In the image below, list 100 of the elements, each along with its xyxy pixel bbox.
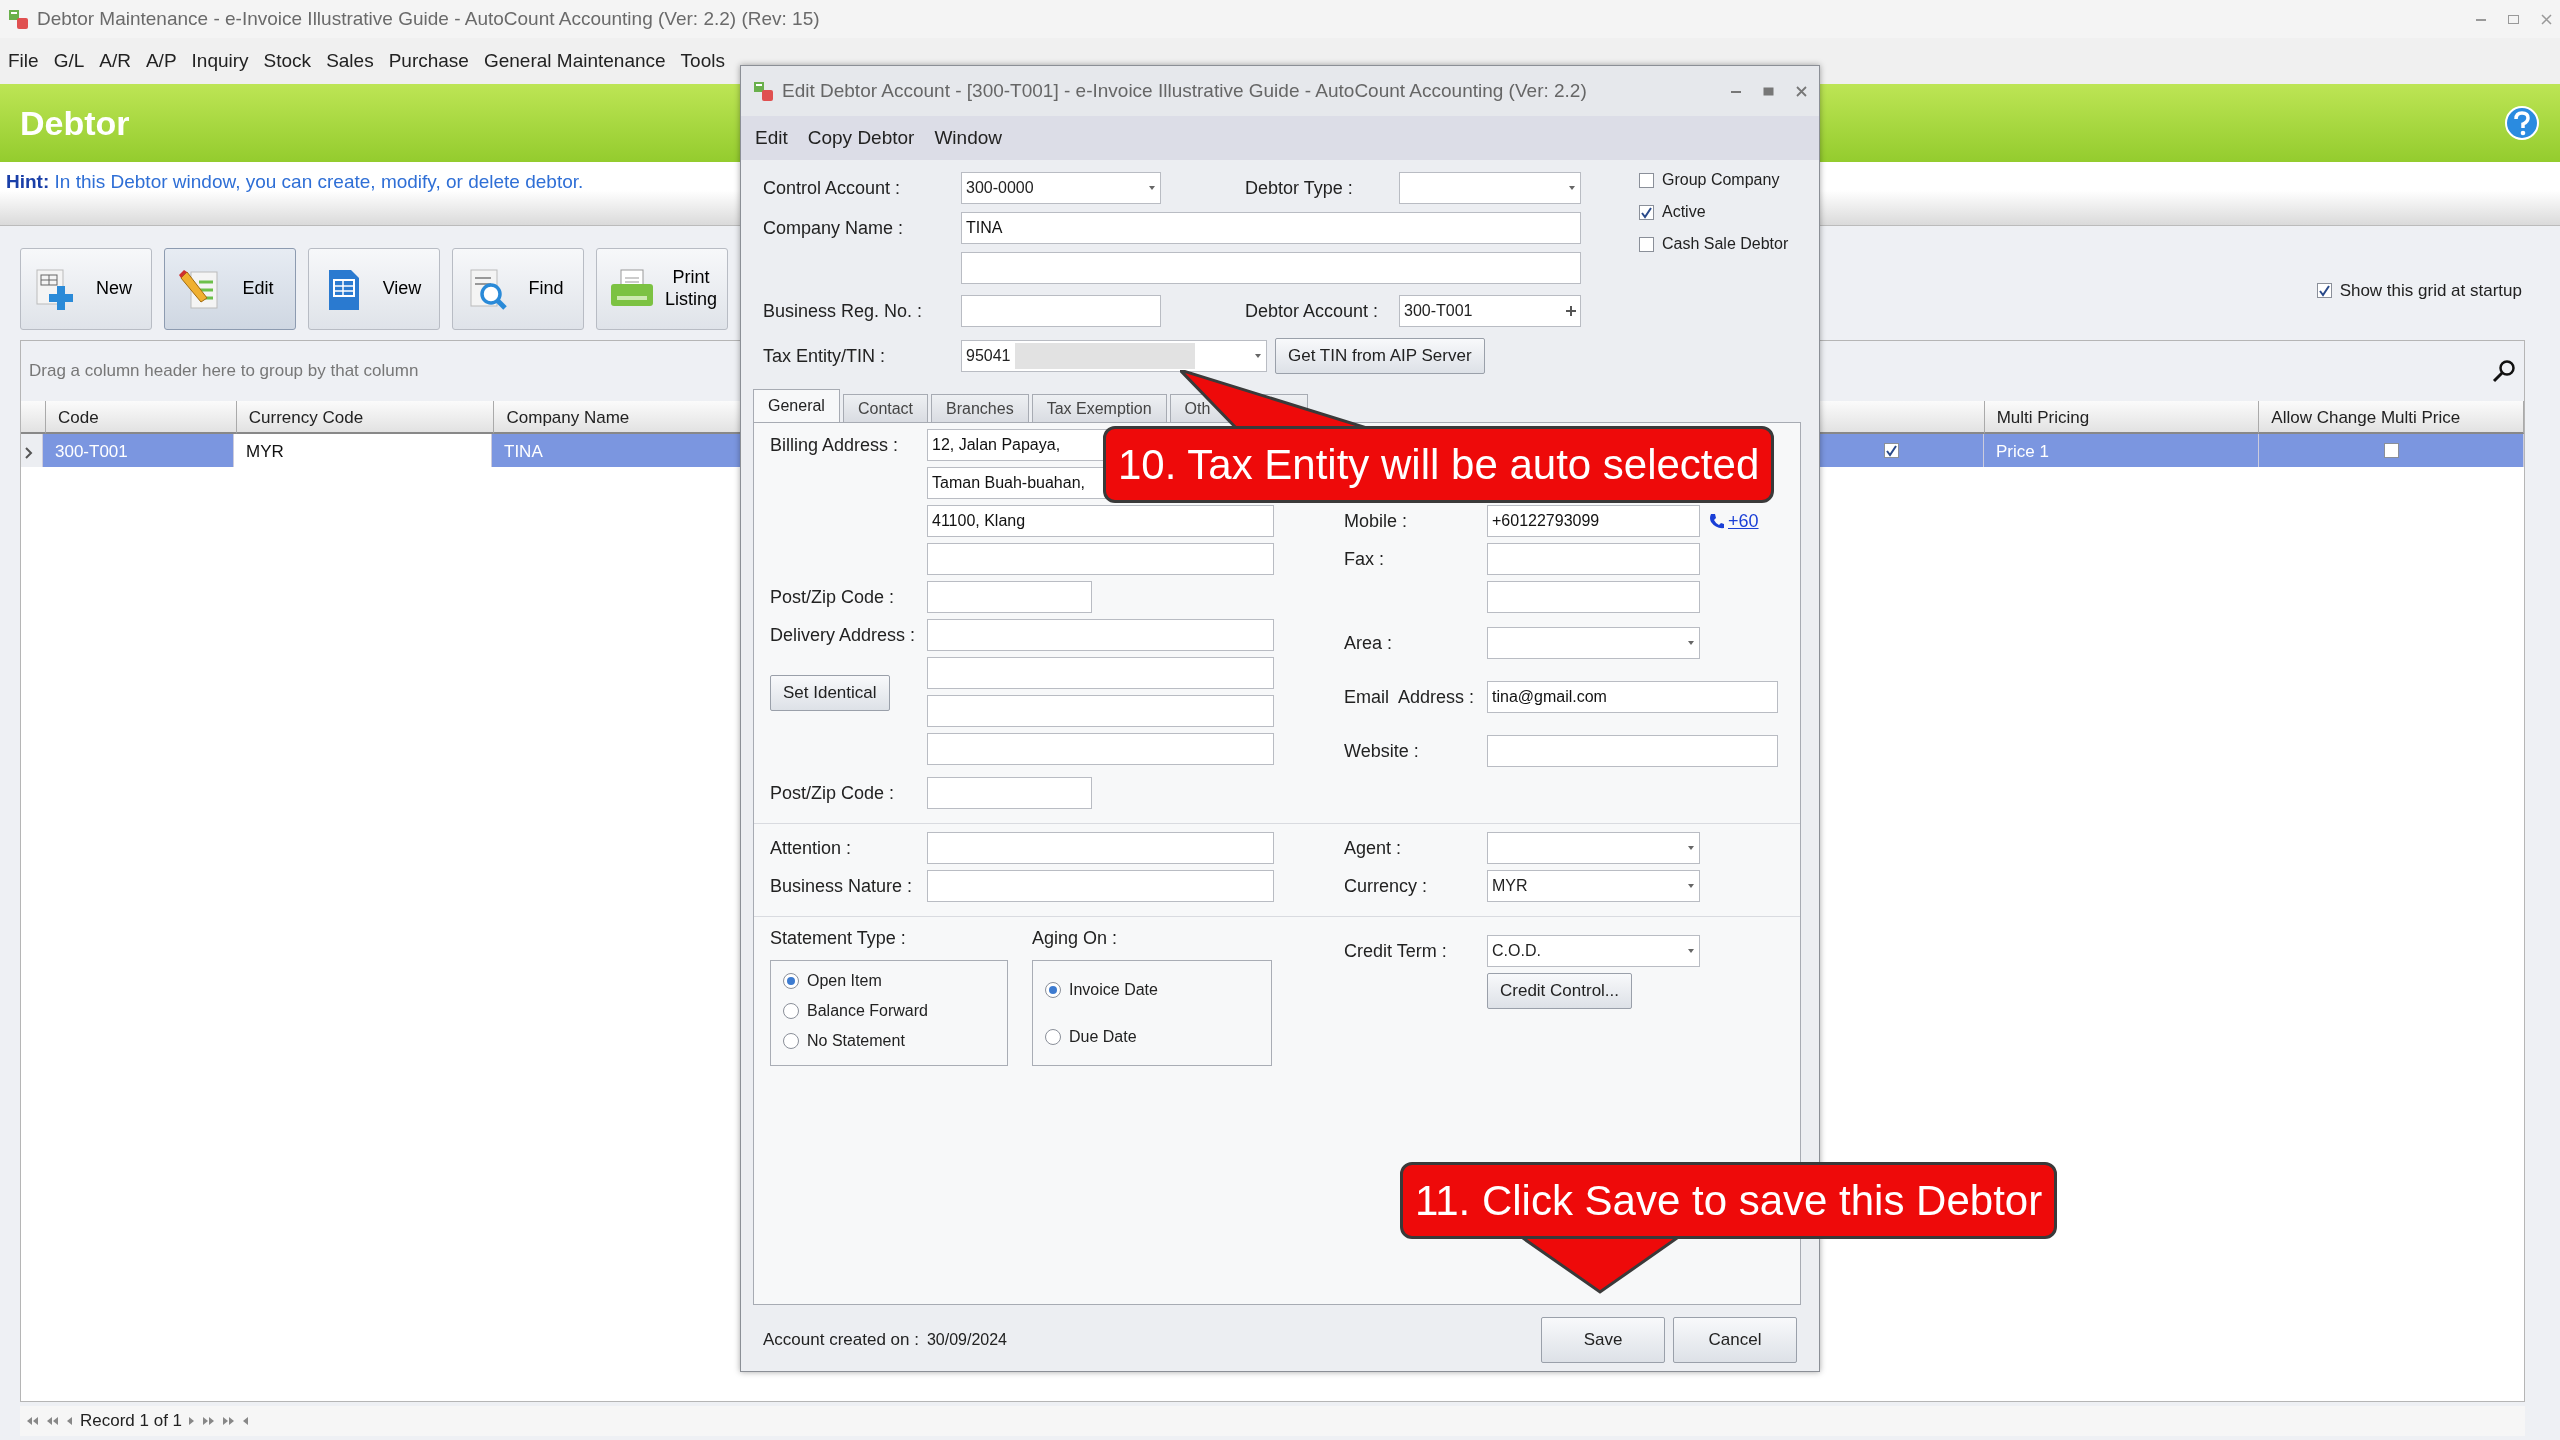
text-field[interactable]: [927, 832, 1274, 864]
dialog-button[interactable]: Cancel: [1673, 1317, 1797, 1363]
hint-text: Hint: In this Debtor window, you can create, modify, or delete debtor.: [6, 171, 584, 192]
field-label: Email Address :: [1344, 685, 1476, 709]
dropdown[interactable]: [1399, 172, 1581, 204]
menu-item[interactable]: G/L: [53, 46, 85, 76]
menu-item[interactable]: A/R: [99, 46, 131, 76]
field-label: Post/Zip Code :: [770, 585, 896, 609]
column-header: Code: [46, 401, 237, 434]
table-checkbox[interactable]: [1883, 443, 1899, 458]
field-label: Company Name :: [763, 216, 905, 240]
phone-icon: [1708, 513, 1724, 529]
text-field[interactable]: [1487, 543, 1700, 575]
text-field[interactable]: [927, 581, 1092, 613]
text-field[interactable]: tina@gmail.com: [1487, 681, 1778, 713]
table-checkbox[interactable]: [2383, 443, 2399, 458]
first-record-icon: [26, 1416, 40, 1426]
radio-label: Balance Forward: [807, 1001, 928, 1021]
menu-item[interactable]: Sales: [326, 46, 374, 76]
credit-control-button[interactable]: Credit Control...: [1487, 973, 1633, 1009]
caret-icon: [1148, 185, 1156, 191]
column-header: Currency Code: [236, 401, 495, 434]
tab[interactable]: Tax Exemption: [1031, 394, 1167, 422]
text-field[interactable]: [927, 695, 1274, 727]
text-field[interactable]: [927, 657, 1274, 689]
checkbox[interactable]: [1639, 204, 1654, 220]
dropdown[interactable]: 95041: [961, 340, 1267, 372]
text-field[interactable]: [927, 543, 1274, 575]
dropdown[interactable]: [1487, 627, 1700, 659]
menu-item[interactable]: Edit: [755, 123, 788, 153]
app-icon: [8, 8, 29, 30]
menu-item[interactable]: File: [8, 46, 39, 76]
checkbox[interactable]: [2316, 283, 2332, 299]
dropdown[interactable]: 300-0000: [961, 172, 1161, 204]
menu-item[interactable]: General Maintenance: [483, 46, 666, 76]
text-field[interactable]: [927, 733, 1274, 765]
toolbar-button[interactable]: New: [20, 248, 152, 330]
window-title: Edit Debtor Account - [300-T001] - e-Invoice Illustrative Guide - AutoCount Accounting (Ver: 2.2): [782, 78, 1587, 103]
dialog-button[interactable]: Save: [1541, 1317, 1665, 1363]
maximize-icon: [2508, 13, 2519, 25]
radio-label: No Statement: [807, 1031, 905, 1051]
checkbox-label: Cash Sale Debtor: [1662, 234, 1789, 254]
menu-item[interactable]: Inquiry: [191, 46, 249, 76]
text-field[interactable]: [1487, 581, 1700, 613]
dropdown[interactable]: [1487, 832, 1700, 864]
radio-button[interactable]: [783, 973, 799, 989]
text-field[interactable]: [927, 619, 1274, 651]
text-field[interactable]: [927, 870, 1274, 902]
toolbar-button[interactable]: Find: [452, 248, 584, 330]
text-field[interactable]: [961, 252, 1581, 284]
maximize-icon: [1763, 85, 1774, 97]
search-icon: [2492, 359, 2516, 383]
field-label: Statement Type :: [770, 927, 907, 950]
text-field[interactable]: [961, 295, 1161, 327]
tab[interactable]: General: [753, 389, 840, 422]
radio-button[interactable]: [783, 1033, 799, 1049]
radio-button[interactable]: [1045, 981, 1061, 998]
lookup-field[interactable]: 300-T001: [1399, 295, 1581, 327]
previous-record-icon: [66, 1416, 74, 1426]
dropdown[interactable]: MYR: [1487, 870, 1700, 902]
text-field[interactable]: [927, 777, 1092, 809]
menu-item[interactable]: Tools: [680, 46, 725, 76]
checkbox-label: Active: [1662, 202, 1706, 222]
dropdown[interactable]: C.O.D.: [1487, 935, 1700, 967]
text-field[interactable]: +60122793099: [1487, 505, 1700, 537]
set-identical-button[interactable]: Set Identical: [770, 675, 890, 711]
help-icon: [2504, 105, 2540, 141]
text-field[interactable]: [1487, 735, 1778, 767]
plus-icon: [1566, 306, 1576, 316]
toolbar-button[interactable]: View: [308, 248, 440, 330]
phone-link[interactable]: +60: [1708, 507, 1759, 535]
radio-button[interactable]: [1045, 1028, 1061, 1045]
get-tin-button[interactable]: Get TIN from AIP Server: [1275, 338, 1485, 374]
tab[interactable]: Contact: [842, 394, 929, 422]
checkbox-label: Show this grid at startup: [2339, 280, 2522, 302]
text-field[interactable]: 41100, Klang: [927, 505, 1274, 537]
field-label: Mobile :: [1344, 509, 1409, 533]
toolbar-button[interactable]: Print Listing: [596, 248, 728, 330]
tab[interactable]: Branches: [931, 394, 1029, 422]
radio-button[interactable]: [783, 1003, 799, 1019]
menu-item[interactable]: Stock: [263, 46, 312, 76]
checkbox-label: Group Company: [1662, 170, 1780, 190]
field-label: Debtor Type :: [1245, 176, 1354, 200]
toolbar-button[interactable]: Edit: [164, 248, 296, 330]
field-label: Billing Address :: [770, 433, 900, 457]
caret-icon: [1568, 185, 1576, 191]
checkbox[interactable]: [1639, 172, 1654, 188]
text-field[interactable]: TINA: [961, 212, 1581, 244]
menu-item[interactable]: A/P: [145, 46, 177, 76]
record-counter: Record 1 of 1: [80, 1410, 183, 1433]
menu-item[interactable]: Copy Debtor: [807, 123, 915, 153]
menu-item[interactable]: Purchase: [388, 46, 469, 76]
menu-item[interactable]: Window: [934, 123, 1002, 153]
scroll-left-icon: [242, 1416, 251, 1426]
caret-icon: [1254, 353, 1262, 359]
field-label: Debtor Account :: [1245, 299, 1380, 323]
field-label: Control Account :: [763, 176, 902, 200]
field-label: Currency :: [1344, 874, 1429, 898]
caret-icon: [1687, 883, 1695, 889]
checkbox[interactable]: [1639, 236, 1654, 252]
